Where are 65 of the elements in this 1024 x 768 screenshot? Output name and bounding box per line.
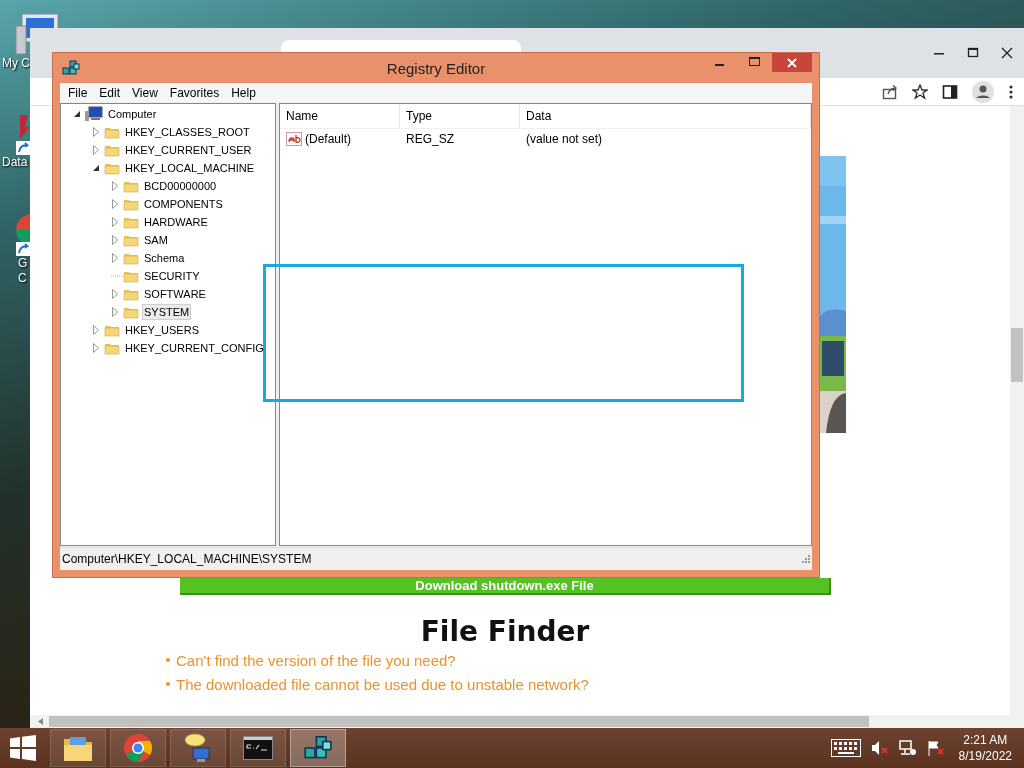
keyboard-icon[interactable]: [830, 739, 861, 757]
left-arrow-icon[interactable]: [38, 718, 43, 725]
resize-grip-icon[interactable]: [802, 555, 810, 563]
column-header[interactable]: Type: [400, 104, 520, 128]
desktop-icon-label[interactable]: C: [0, 271, 27, 286]
table-cell-text: REG_SZ: [405, 132, 455, 146]
tree-item[interactable]: HKEY_USERS: [123, 322, 201, 338]
network-icon[interactable]: [898, 740, 917, 756]
taskbar-button[interactable]: [290, 729, 346, 767]
profile-icon[interactable]: [972, 80, 994, 103]
tree-item[interactable]: Schema: [142, 250, 187, 266]
flag-icon[interactable]: [926, 740, 945, 756]
window-title: Registry Editor: [386, 59, 486, 77]
tree-item[interactable]: SAM: [142, 232, 170, 248]
taskbar-button[interactable]: [110, 729, 166, 767]
chat-computer-icon: [183, 732, 213, 764]
tree-item[interactable]: Computer: [106, 106, 159, 122]
bullet-text: Can't find the version of the file you need?: [176, 651, 456, 669]
menu-item[interactable]: Help: [225, 85, 262, 100]
tree-item[interactable]: COMPONENTS: [142, 196, 225, 212]
table-cell-text: (value not set): [525, 132, 604, 146]
muted-speaker-icon[interactable]: [870, 740, 889, 756]
horizontal-scrollbar[interactable]: [30, 715, 1024, 728]
column-header[interactable]: Name: [280, 104, 400, 128]
computer-icon: [85, 106, 103, 122]
tree-item[interactable]: HKEY_CURRENT_USER: [123, 142, 254, 158]
bullet-dot: [166, 658, 170, 662]
menu-item[interactable]: Favorites: [163, 85, 226, 100]
menu-item[interactable]: View: [126, 85, 164, 100]
star-icon[interactable]: [912, 83, 928, 100]
tree-item[interactable]: HARDWARE: [142, 214, 210, 230]
tree-item[interactable]: SECURITY: [142, 268, 202, 284]
bullet-dot: [166, 682, 170, 686]
cubes-icon: [61, 58, 81, 78]
menu-item[interactable]: Edit: [93, 85, 127, 100]
terminal-icon: [243, 736, 273, 760]
string-value-icon: [286, 132, 302, 146]
tree-item[interactable]: HKEY_CLASSES_ROOT: [123, 124, 252, 140]
menu-icon[interactable]: [1008, 83, 1014, 100]
taskbar-button[interactable]: [170, 729, 226, 767]
bullet-text: The downloaded file cannot be used due to unstable network?: [176, 675, 589, 693]
desktop-icon-label[interactable]: Data: [0, 155, 28, 170]
clock-time[interactable]: 2:21 AM: [963, 732, 1008, 748]
close-button[interactable]: [772, 53, 812, 72]
tree-item[interactable]: SOFTWARE: [142, 286, 208, 302]
clock-date[interactable]: 8/19/2022: [958, 748, 1012, 764]
chrome-icon: [123, 733, 153, 763]
sidebar-icon[interactable]: [942, 83, 958, 100]
table-cell: (Default): [305, 132, 351, 146]
taskbar-button[interactable]: [50, 729, 106, 767]
taskbar-button[interactable]: [230, 729, 286, 767]
status-bar-text: Computer\HKEY_LOCAL_MACHINE\SYSTEM: [62, 552, 312, 566]
menu-item[interactable]: File: [62, 85, 94, 100]
tree-item[interactable]: BCD00000000: [142, 178, 219, 194]
vertical-scrollbar[interactable]: [1010, 106, 1024, 715]
share-icon[interactable]: [882, 83, 898, 100]
tree-item[interactable]: SYSTEM: [142, 304, 192, 320]
windows-start-icon[interactable]: [10, 735, 36, 761]
desktop-icon-label[interactable]: My C: [0, 56, 30, 71]
column-header[interactable]: Data: [520, 104, 811, 128]
close-icon: [787, 57, 797, 68]
desktop-icon-label[interactable]: G: [0, 256, 28, 271]
heading: File Finder: [420, 615, 590, 648]
tree-item[interactable]: HKEY_LOCAL_MACHINE: [123, 160, 256, 176]
tree-item[interactable]: HKEY_CURRENT_CONFIG: [123, 340, 266, 356]
